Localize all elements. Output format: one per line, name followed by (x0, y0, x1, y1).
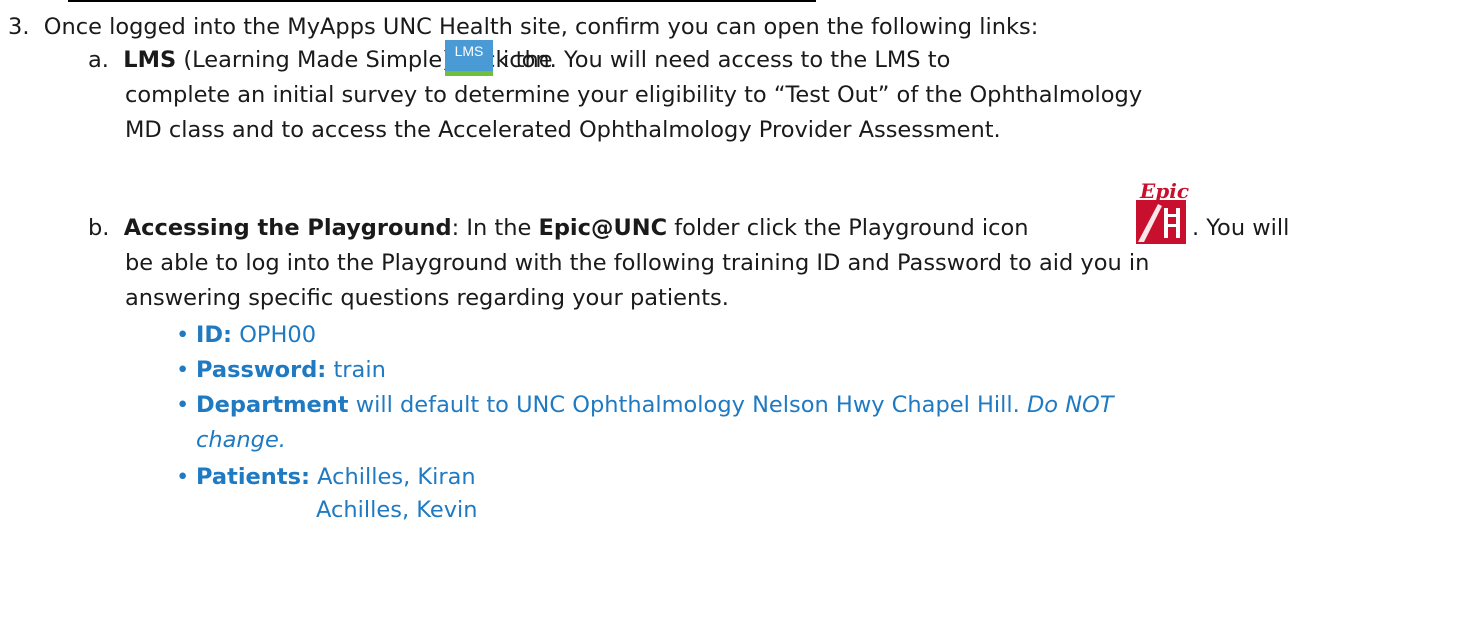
step-3: 3. Once logged into the MyApps UNC Healt… (8, 12, 1038, 42)
step-number: 3. (8, 14, 30, 40)
section-divider (68, 0, 816, 2)
department-label: Department (196, 392, 349, 418)
department-note: Do NOT (1026, 392, 1114, 418)
item-a-line3: MD class and to access the Accelerated O… (125, 117, 1001, 143)
patient-1: Achilles, Kiran (309, 464, 476, 490)
epic-playground-icon[interactable]: Epic (1126, 174, 1192, 246)
id-label: ID: (196, 322, 233, 348)
department-note-cont: change. (196, 427, 286, 453)
step-text: Once logged into the MyApps UNC Health s… (43, 14, 1039, 40)
epic-folder-name: Epic@UNC (538, 215, 668, 241)
patient-2: Achilles, Kevin (316, 497, 478, 523)
item-b-line1: b. Accessing the Playground: In the Epic… (88, 213, 1029, 243)
bullet-password: • Password: train (176, 357, 386, 383)
bullet-department: • Department will default to UNC Ophthalm… (176, 392, 1114, 418)
id-value: OPH00 (232, 322, 317, 348)
epic-icon-label: Epic (1139, 179, 1189, 203)
item-b-text1: : In the (451, 215, 539, 241)
item-b-letter: b. (88, 215, 110, 241)
item-b-text3: . You will (1192, 215, 1290, 241)
password-value: train (326, 357, 386, 383)
bullet-id: • ID: OPH00 (176, 322, 317, 348)
item-a-text1: (Learning Made Simple) click the (176, 47, 553, 73)
item-b-line2: be able to log into the Playground with … (125, 250, 1150, 276)
password-label: Password: (196, 357, 327, 383)
lms-title: LMS (123, 47, 177, 73)
item-a-letter: a. (88, 47, 109, 73)
department-value: will default to UNC Ophthalmology Nelson… (348, 392, 1027, 418)
item-b-line3: answering specific questions regarding y… (125, 285, 729, 311)
item-b-text2: folder click the Playground icon (667, 215, 1029, 241)
item-a-line2: complete an initial survey to determine … (125, 82, 1143, 108)
item-a-text2: icon. You will need access to the LMS to (503, 47, 951, 73)
playground-title: Accessing the Playground (123, 215, 452, 241)
bullet-patients: • Patients: Achilles, Kiran (176, 464, 476, 490)
patients-label: Patients: (196, 464, 310, 490)
lms-icon[interactable]: LMS (445, 40, 493, 76)
